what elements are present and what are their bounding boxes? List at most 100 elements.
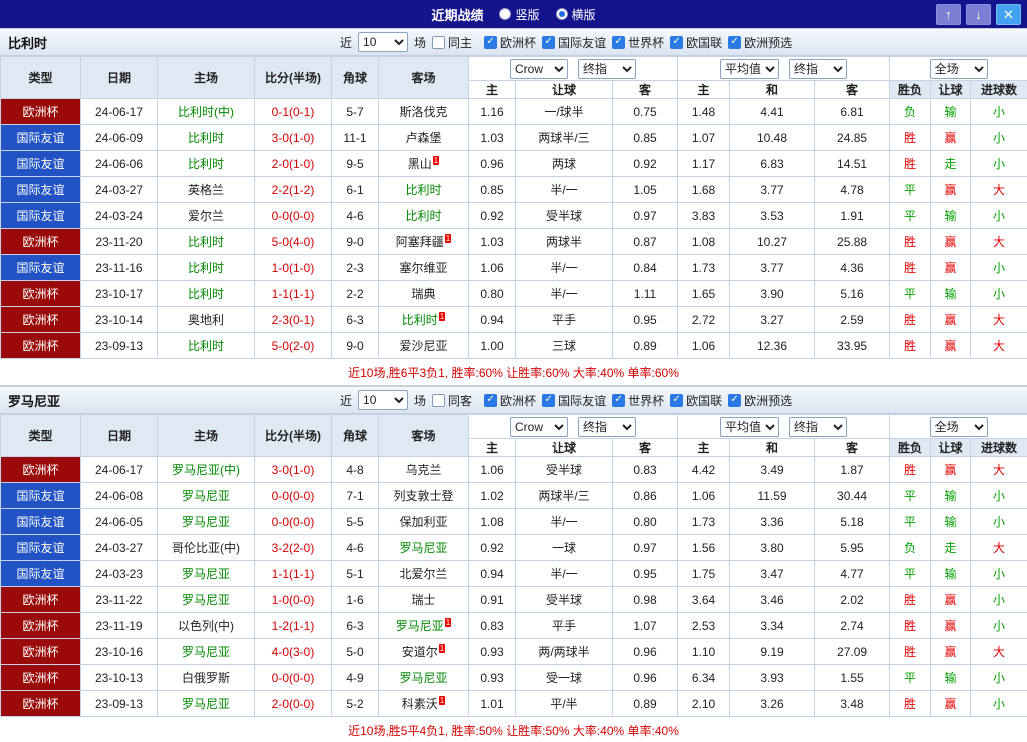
competition-checkbox[interactable]: ✓国际友谊 [542, 34, 606, 51]
team-label: 罗马尼亚 [182, 567, 230, 581]
sub-header-avg-draw: 和 [730, 439, 815, 457]
result-handicap: 赢 [931, 333, 971, 359]
competition-checkbox[interactable]: ✓世界杯 [612, 34, 664, 51]
checkbox-checked-icon[interactable]: ✓ [484, 394, 497, 407]
avg-home: 1.10 [678, 639, 730, 665]
home-team: 比利时 [158, 255, 255, 281]
sub-header-result-handicap: 让球 [931, 439, 971, 457]
odds-home: 0.93 [469, 639, 516, 665]
col-header-away: 客场 [379, 415, 469, 457]
col-header-date: 日期 [81, 57, 158, 99]
recent-count-select[interactable]: 10 [358, 390, 408, 410]
checkbox-checked-icon[interactable]: ✓ [542, 394, 555, 407]
match-score: 4-0(3-0) [255, 639, 332, 665]
avg-away: 25.88 [815, 229, 890, 255]
competition-checkbox[interactable]: ✓欧国联 [670, 34, 722, 51]
average-final-select[interactable]: 终指 [789, 59, 847, 79]
handicap-line: 一/球半 [516, 99, 613, 125]
competition-checkbox[interactable]: ✓国际友谊 [542, 392, 606, 409]
competition-checkbox-label: 国际友谊 [558, 392, 606, 409]
team-name: 比利时 [8, 33, 47, 52]
layout-radio-horizontal[interactable]: 横版 [556, 6, 596, 23]
result-goals: 小 [971, 665, 1027, 691]
move-down-button[interactable]: ↓ [966, 4, 991, 25]
radio-horizontal-label: 横版 [572, 6, 596, 23]
checkbox-checked-icon[interactable]: ✓ [670, 36, 683, 49]
radio-unchecked-icon[interactable] [499, 8, 511, 20]
competition-type: 欧洲杯 [1, 307, 81, 333]
odds-final-select[interactable]: 终指 [578, 417, 636, 437]
corner-count: 9-5 [332, 151, 379, 177]
avg-draw: 3.90 [730, 281, 815, 307]
red-card-badge: 1 [445, 618, 451, 627]
avg-away: 24.85 [815, 125, 890, 151]
fulltime-select[interactable]: 全场 [930, 417, 988, 437]
average-final-select[interactable]: 终指 [789, 417, 847, 437]
result-wdl: 胜 [890, 307, 931, 333]
competition-filters: ✓欧洲杯 ✓国际友谊 ✓世界杯 ✓欧国联 ✓欧洲预选 [484, 34, 798, 51]
average-select[interactable]: 平均值 [720, 59, 779, 79]
col-header-corners: 角球 [332, 415, 379, 457]
recent-count-select[interactable]: 10 [358, 32, 408, 52]
average-select[interactable]: 平均值 [720, 417, 779, 437]
checkbox-unchecked-icon[interactable] [432, 394, 445, 407]
team-label: 瑞士 [411, 593, 435, 607]
checkbox-checked-icon[interactable]: ✓ [670, 394, 683, 407]
competition-type: 欧洲杯 [1, 333, 81, 359]
layout-radio-vertical[interactable]: 竖版 [499, 6, 539, 23]
avg-away: 1.91 [815, 203, 890, 229]
odds-company-select[interactable]: Crow [510, 59, 568, 79]
corner-count: 5-0 [332, 639, 379, 665]
checkbox-checked-icon[interactable]: ✓ [542, 36, 555, 49]
competition-type: 欧洲杯 [1, 613, 81, 639]
avg-home: 1.17 [678, 151, 730, 177]
checkbox-checked-icon[interactable]: ✓ [728, 36, 741, 49]
move-up-button[interactable]: ↑ [936, 4, 961, 25]
odds-company-select[interactable]: Crow [510, 417, 568, 437]
odds-away: 0.80 [613, 509, 678, 535]
avg-draw: 3.77 [730, 255, 815, 281]
result-goals: 大 [971, 535, 1027, 561]
odds-away: 0.95 [613, 561, 678, 587]
match-date: 23-11-22 [81, 587, 158, 613]
competition-checkbox[interactable]: ✓欧洲预选 [728, 34, 792, 51]
radio-checked-icon[interactable] [556, 8, 568, 20]
checkbox-unchecked-icon[interactable] [432, 36, 445, 49]
corner-count: 5-5 [332, 509, 379, 535]
match-score: 0-0(0-0) [255, 509, 332, 535]
team-section-romania: 罗马尼亚 近 10 场 同客 ✓欧洲杯✓国际友谊✓世界杯✓欧国联✓欧洲预选 类型… [0, 386, 1027, 742]
competition-checkbox-label: 世界杯 [628, 392, 664, 409]
result-wdl: 胜 [890, 613, 931, 639]
handicap-line: 受半球 [516, 457, 613, 483]
competition-checkbox[interactable]: ✓欧洲预选 [728, 392, 792, 409]
checkbox-checked-icon[interactable]: ✓ [612, 394, 625, 407]
odds-header-cell: Crow 终指 [469, 415, 678, 439]
odds-final-select[interactable]: 终指 [578, 59, 636, 79]
result-wdl: 胜 [890, 229, 931, 255]
checkbox-checked-icon[interactable]: ✓ [484, 36, 497, 49]
result-goals: 小 [971, 483, 1027, 509]
result-wdl: 平 [890, 561, 931, 587]
same-venue-checkbox[interactable]: 同客 [432, 392, 472, 409]
match-row: 国际友谊24-03-27哥伦比亚(中)3-2(2-0)4-6罗马尼亚0.92一球… [1, 535, 1027, 561]
avg-home: 4.42 [678, 457, 730, 483]
close-button[interactable]: ✕ [996, 4, 1021, 25]
fulltime-select[interactable]: 全场 [930, 59, 988, 79]
result-wdl: 负 [890, 535, 931, 561]
col-header-away: 客场 [379, 57, 469, 99]
competition-checkbox[interactable]: ✓欧洲杯 [484, 34, 536, 51]
result-wdl: 平 [890, 203, 931, 229]
competition-checkbox[interactable]: ✓世界杯 [612, 392, 664, 409]
same-venue-label: 同客 [448, 392, 472, 409]
competition-checkbox[interactable]: ✓欧洲杯 [484, 392, 536, 409]
match-row: 欧洲杯23-10-14奥地利2-3(0-1)6-3比利时10.94平手0.952… [1, 307, 1027, 333]
odds-away: 0.96 [613, 639, 678, 665]
checkbox-checked-icon[interactable]: ✓ [728, 394, 741, 407]
team-label: 斯洛伐克 [399, 105, 447, 119]
handicap-line: 平/半 [516, 691, 613, 717]
competition-checkbox[interactable]: ✓欧国联 [670, 392, 722, 409]
odds-home: 1.06 [469, 457, 516, 483]
avg-draw: 3.77 [730, 177, 815, 203]
same-venue-checkbox[interactable]: 同主 [432, 34, 472, 51]
checkbox-checked-icon[interactable]: ✓ [612, 36, 625, 49]
